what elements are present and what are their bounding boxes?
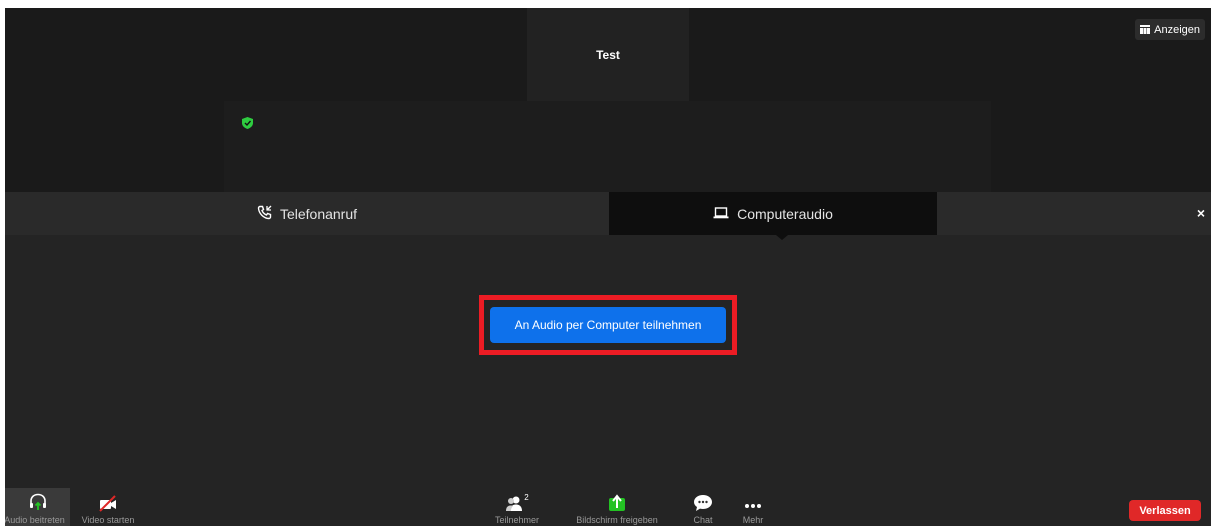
more-button[interactable]: Mehr [735,488,771,526]
grid-view-icon [1140,25,1151,34]
active-tab-indicator [776,235,788,240]
laptop-icon [713,206,729,222]
participants-button[interactable]: 2 Teilnehmer [489,488,545,526]
join-audio-button[interactable]: Audio beitreten [5,488,70,526]
more-dots-icon [743,488,763,512]
share-screen-label: Bildschirm freigeben [576,515,658,525]
speaker-tile[interactable]: Test [527,8,689,102]
view-button[interactable]: Anzeigen [1135,19,1205,40]
view-button-label: Anzeigen [1154,23,1200,36]
participants-icon: 2 [505,488,529,512]
start-video-button[interactable]: Video starten [73,488,143,526]
share-screen-icon [607,488,627,512]
video-off-icon [98,488,118,512]
headphones-icon [28,488,48,512]
chat-button[interactable]: Chat [685,488,721,526]
meeting-window: Test Anzeigen Telefonanruf Computeraudio… [5,8,1211,526]
participants-label: Teilnehmer [494,515,540,525]
participants-count: 2 [524,493,529,502]
speaker-name: Test [596,48,620,62]
more-label: Mehr [742,515,764,525]
leave-meeting-button[interactable]: Verlassen [1129,500,1201,521]
tab-computer-audio-label: Computeraudio [737,205,833,222]
close-icon[interactable]: × [1197,205,1205,221]
share-screen-button[interactable]: Bildschirm freigeben [565,488,669,526]
tab-computer-audio[interactable]: Computeraudio [609,192,937,235]
join-audio-panel: Telefonanruf Computeraudio × An Audio pe… [5,192,1211,526]
audio-tabs: Telefonanruf Computeraudio × [5,192,1211,240]
meeting-toolbar: Audio beitreten Video starten 2 Teilnehm… [5,488,1211,526]
start-video-label: Video starten [81,515,135,525]
tab-phone-call-label: Telefonanruf [279,205,358,222]
shield-check-icon[interactable] [242,116,253,134]
tab-phone-call[interactable]: Telefonanruf [5,192,609,235]
phone-icon [257,205,272,223]
join-computer-audio-button[interactable]: An Audio per Computer teilnehmen [490,307,726,343]
video-area [224,101,991,196]
chat-icon [693,488,713,512]
chat-label: Chat [693,515,713,525]
join-audio-label: Audio beitreten [5,515,65,525]
